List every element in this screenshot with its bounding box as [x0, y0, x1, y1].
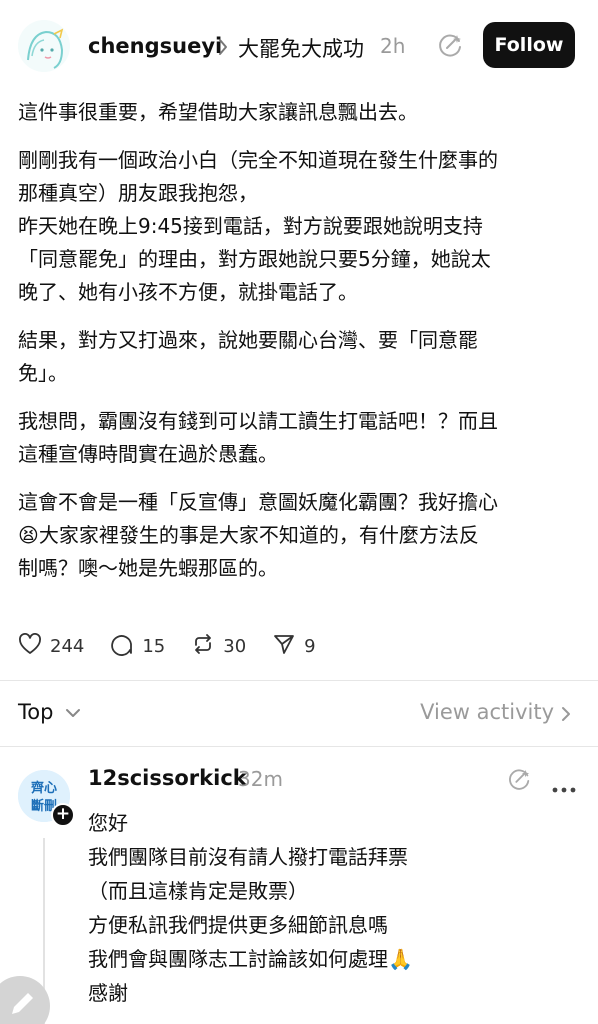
view-activity-link[interactable]: View activity	[420, 700, 554, 724]
chevron-down-icon[interactable]	[64, 705, 82, 724]
author-username[interactable]: chengsueyi	[88, 34, 222, 58]
post-paragraph: 我想問，霸團沒有錢到可以請工讀生打電話吧！？而且 這種宣傳時間實在過於愚蠢。	[18, 409, 498, 466]
post-paragraph: 結果，對方又打過來，說她要關心台灣、要「同意罷 免」。	[18, 328, 478, 385]
post-time: 2h	[380, 34, 406, 58]
sort-bar: Top View activity	[0, 688, 598, 740]
reply-line: 我們團隊目前沒有請人撥打電話拜票	[88, 845, 408, 869]
post-body: 這件事很重要，希望借助大家讓訊息飄出去。 剛剛我有一個政治小白（完全不知道現在發…	[18, 96, 580, 600]
heart-icon	[18, 633, 42, 659]
divider	[0, 680, 598, 681]
reply-button[interactable]: 15	[110, 632, 165, 660]
sort-dropdown[interactable]: Top	[18, 700, 53, 724]
like-count: 244	[50, 635, 85, 657]
reply-line: 我們會與團隊志工討論該如何處理🙏	[88, 947, 413, 971]
divider	[0, 746, 598, 747]
avatar-text: 齊心	[30, 780, 57, 796]
reply-time: 32m	[238, 767, 283, 791]
post-paragraph: 這會不會是一種「反宣傳」意圖妖魔化霸團？我好擔心 😫大家家裡發生的事是大家不知道…	[18, 490, 498, 580]
ai-sparkle-icon[interactable]	[508, 768, 532, 796]
reply-author-username[interactable]: 12scissorkick	[88, 766, 247, 790]
chevron-right-icon	[216, 36, 230, 62]
reply-line: （而且這樣肯定是敗票）	[88, 879, 308, 903]
ai-sparkle-icon[interactable]	[438, 33, 464, 63]
post-paragraph: 剛剛我有一個政治小白（完全不知道現在發生什麼事的 那種真空）朋友跟我抱怨， 昨天…	[18, 148, 498, 304]
follow-button[interactable]: Follow	[483, 22, 575, 68]
compose-button[interactable]	[0, 976, 50, 1024]
repost-count: 30	[223, 635, 247, 657]
comment-icon	[110, 632, 134, 660]
reply-count: 15	[142, 635, 166, 657]
reply-line: 感謝	[88, 981, 128, 1005]
repost-icon	[191, 632, 215, 660]
reply-body: 您好 我們團隊目前沒有請人撥打電話拜票 （而且這樣肯定是敗票） 方便私訊我們提供…	[88, 806, 578, 1010]
share-icon	[272, 632, 296, 660]
chevron-right-icon[interactable]	[560, 705, 572, 727]
avatar-illustration	[18, 20, 70, 72]
topic-tag[interactable]: 大罷免大成功	[238, 33, 364, 63]
reply-line: 方便私訊我們提供更多細節訊息嗎	[88, 913, 388, 937]
post-paragraph: 這件事很重要，希望借助大家讓訊息飄出去。	[18, 100, 418, 124]
reply-line: 您好	[88, 811, 128, 835]
follow-plus-icon[interactable]: +	[51, 803, 75, 827]
share-count: 9	[304, 635, 316, 657]
more-icon[interactable]	[552, 778, 576, 797]
author-avatar[interactable]	[18, 20, 70, 72]
post-header: chengsueyi 大罷免大成功 2h Follow	[0, 0, 598, 96]
like-button[interactable]: 244	[18, 633, 84, 659]
share-button[interactable]: 9	[272, 632, 316, 660]
post-actions: 244 15 30 9	[18, 628, 342, 664]
repost-button[interactable]: 30	[191, 632, 246, 660]
